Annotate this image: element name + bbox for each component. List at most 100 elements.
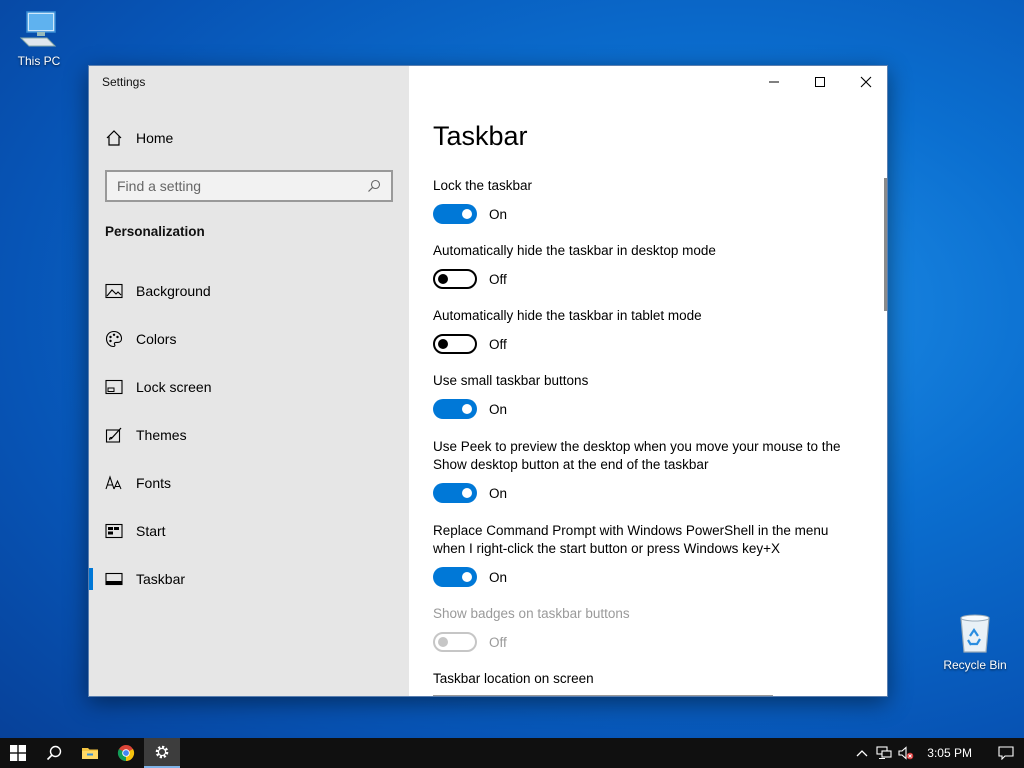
page-title: Taskbar [433, 121, 528, 151]
sidebar-item-label: Background [136, 283, 211, 299]
section-title: Personalization [105, 224, 205, 239]
start-button[interactable] [0, 738, 36, 768]
sidebar-item-home[interactable]: Home [105, 129, 173, 147]
clock[interactable]: 3:05 PM [917, 746, 988, 760]
close-button[interactable] [843, 66, 887, 98]
setting-label: Automatically hide the taskbar in tablet… [433, 308, 702, 323]
content-pane: Taskbar Lock the taskbar On Automaticall… [409, 66, 887, 696]
setting-label: Use small taskbar buttons [433, 373, 589, 388]
system-tray: 3:05 PM [851, 738, 1024, 768]
sidebar-item-label: Lock screen [136, 379, 212, 395]
toggle-switch[interactable] [433, 567, 477, 587]
sidebar-item-background[interactable]: Background [89, 267, 409, 315]
windows-start-icon [10, 745, 26, 761]
toggle-switch[interactable] [433, 334, 477, 354]
setting-peek: Use Peek to preview the desktop when you… [433, 438, 863, 503]
sidebar-item-lock-screen[interactable]: Lock screen [89, 363, 409, 411]
maximize-button[interactable] [797, 66, 843, 98]
setting-autohide-tablet: Automatically hide the taskbar in tablet… [433, 307, 863, 354]
setting-lock-taskbar: Lock the taskbar On [433, 177, 863, 224]
minimize-button[interactable] [751, 66, 797, 98]
setting-label-line2: when I right-click the start button or p… [433, 541, 781, 556]
desktop-icon-label: Recycle Bin [943, 658, 1007, 672]
sidebar-item-label: Colors [136, 331, 177, 347]
close-icon [860, 76, 872, 88]
setting-label-line1: Use Peek to preview the desktop when you… [433, 439, 841, 454]
sidebar: Settings Home Find a setting Personaliza… [89, 66, 409, 696]
toggle-state: Off [489, 634, 507, 650]
sidebar-item-taskbar[interactable]: Taskbar [89, 555, 409, 603]
toggle-state: On [489, 485, 508, 501]
setting-label-line1: Replace Command Prompt with Windows Powe… [433, 523, 829, 538]
toggle-state: On [489, 569, 508, 585]
this-pc-icon [17, 8, 61, 52]
file-explorer-icon [82, 748, 98, 759]
toggle-state: On [489, 206, 508, 222]
sidebar-item-fonts[interactable]: Fonts [89, 459, 409, 507]
sidebar-item-label: Fonts [136, 475, 172, 491]
setting-badges: Show badges on taskbar buttons Off [433, 605, 863, 652]
setting-small-buttons: Use small taskbar buttons On [433, 372, 863, 419]
desktop-icon-recycle-bin[interactable]: Recycle Bin [938, 612, 1012, 672]
toggle-switch[interactable] [433, 204, 477, 224]
sidebar-item-label: Start [136, 523, 166, 539]
sidebar-item-start[interactable]: Start [89, 507, 409, 555]
toggle-switch[interactable] [433, 483, 477, 503]
taskbar: 3:05 PM [0, 738, 1024, 768]
location-dropdown[interactable] [433, 695, 773, 696]
setting-label: Automatically hide the taskbar in deskto… [433, 243, 716, 258]
search-input[interactable]: Find a setting [105, 170, 393, 202]
setting-label-line2: Show desktop button at the end of the ta… [433, 457, 709, 472]
toggle-state: Off [489, 271, 507, 287]
palette-icon [105, 330, 123, 348]
sidebar-item-themes[interactable]: Themes [89, 411, 409, 459]
network-button[interactable] [873, 738, 895, 768]
setting-label: Taskbar location on screen [433, 671, 594, 686]
toggle-switch [433, 632, 477, 652]
toggle-state: Off [489, 336, 507, 352]
setting-autohide-desktop: Automatically hide the taskbar in deskto… [433, 242, 863, 289]
toggle-state: On [489, 401, 508, 417]
settings-taskbar-button[interactable] [144, 738, 180, 768]
home-icon [105, 129, 123, 147]
desktop-icon-this-pc[interactable]: This PC [2, 8, 76, 68]
sidebar-item-label: Taskbar [136, 571, 186, 587]
brush-icon [105, 426, 123, 444]
volume-button[interactable] [895, 738, 917, 768]
picture-icon [105, 282, 123, 300]
window-title: Settings [102, 75, 146, 89]
taskbar-search-button[interactable] [36, 738, 72, 768]
setting-location: Taskbar location on screen [433, 670, 863, 688]
taskbar-icon [105, 570, 123, 588]
sidebar-item-colors[interactable]: Colors [89, 315, 409, 363]
settings-window: Settings Home Find a setting Personaliza… [88, 65, 888, 697]
window-controls [751, 66, 887, 98]
setting-label: Show badges on taskbar buttons [433, 606, 630, 621]
recycle-bin-icon [953, 612, 997, 656]
setting-label: Lock the taskbar [433, 178, 533, 193]
toggle-switch[interactable] [433, 399, 477, 419]
start-icon [105, 522, 123, 540]
sidebar-item-label: Themes [136, 427, 187, 443]
chevron-up-icon [856, 750, 868, 757]
toggle-switch[interactable] [433, 269, 477, 289]
search-icon [46, 745, 62, 761]
settings-gear-icon [155, 745, 169, 759]
network-icon [876, 746, 892, 759]
file-explorer-button[interactable] [72, 738, 108, 768]
minimize-icon [769, 81, 779, 83]
search-icon [367, 179, 381, 193]
notification-icon [998, 746, 1014, 760]
sidebar-item-label: Home [136, 130, 174, 146]
volume-muted-icon [898, 746, 914, 760]
action-center-button[interactable] [988, 738, 1024, 768]
desktop-icon-label: This PC [17, 54, 61, 68]
setting-powershell: Replace Command Prompt with Windows Powe… [433, 522, 863, 587]
chrome-icon [117, 745, 135, 762]
show-hidden-icons-button[interactable] [851, 738, 873, 768]
chrome-button[interactable] [108, 738, 144, 768]
search-placeholder: Find a setting [117, 178, 202, 194]
font-icon [105, 474, 123, 492]
scrollbar[interactable] [884, 178, 887, 311]
maximize-icon [815, 77, 825, 87]
